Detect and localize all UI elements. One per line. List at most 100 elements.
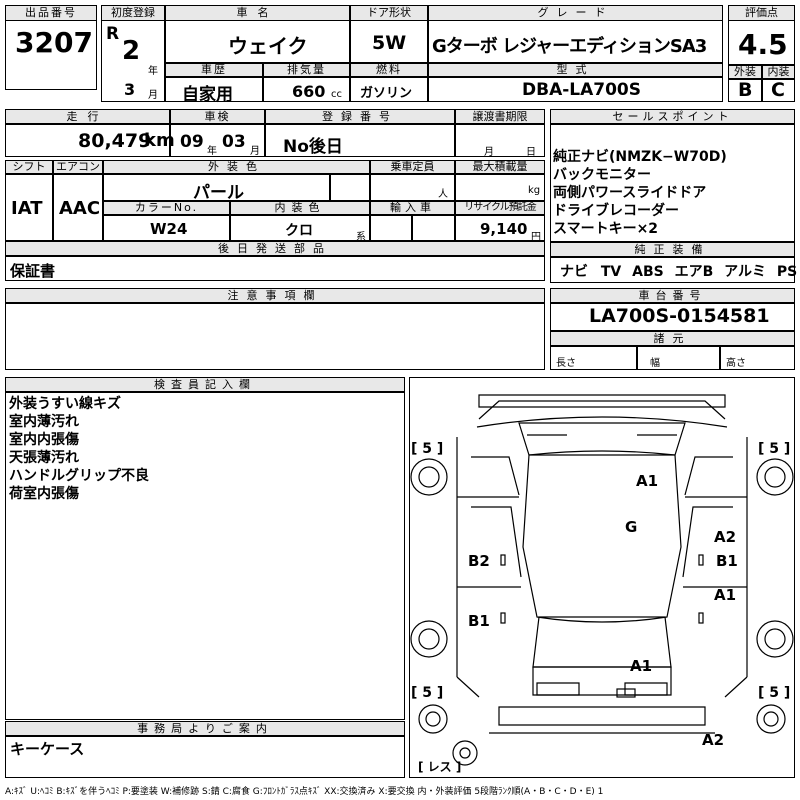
inspector-line: 外装うすい線キズ — [9, 396, 121, 412]
first-reg-year: 2 — [122, 36, 141, 66]
load-unit: kg — [528, 185, 541, 196]
inspector-line: 室内内張傷 — [9, 432, 79, 448]
displacement-value: 660 — [292, 82, 326, 101]
tread-rear-left: [ 5 ] — [411, 685, 444, 701]
equipment-item: アルミ — [724, 264, 767, 280]
capacity-unit: 人 — [438, 189, 448, 200]
office-text: キーケース — [10, 740, 85, 758]
inspection-month-unit: 月 — [250, 146, 260, 157]
lot-number: 3207 — [15, 26, 93, 59]
height-label: 高さ — [726, 358, 746, 369]
import-box-b — [412, 215, 455, 241]
shift-value: IAT — [11, 198, 43, 219]
tread-front-right: [ 5 ] — [758, 441, 791, 457]
inspection-year: 09 — [180, 132, 204, 152]
later-parts-item: 保証書 — [10, 262, 56, 280]
mileage-label: 走行 — [5, 109, 170, 124]
inspector-line: 室内薄汚れ — [9, 414, 79, 430]
ac-value: AAC — [59, 198, 101, 219]
tread-rear-right: [ 5 ] — [758, 685, 791, 701]
chassis-value: LA700S-0154581 — [589, 305, 770, 327]
int-grade-label: 内装 — [762, 65, 795, 79]
reg-value: No後日 — [283, 137, 343, 157]
lot-label: 出品番号 — [5, 5, 97, 21]
inspection-month: 03 — [222, 132, 246, 152]
equipment-label: 純正装備 — [550, 242, 795, 257]
sales-label: セールスポイント — [550, 109, 795, 124]
car-diagram — [410, 394, 794, 766]
equipment-list: ナビ TV ABS エアB アルミ PS PW — [560, 261, 800, 281]
grade-label: グレード — [428, 5, 723, 21]
sales-line: バックモニター — [553, 167, 651, 183]
inspector-line: ハンドルグリップ不良 — [9, 468, 149, 484]
footer-legend: A:ｷｽﾞ U:ﾍｺﾐ B:ｷｽﾞを伴うﾍｺﾐ P:要塗装 W:補修跡 S:錆 … — [5, 787, 604, 797]
spare-tire-label: [ レス ] — [418, 760, 462, 774]
history-value: 自家用 — [182, 85, 233, 105]
first-reg-year-unit: 年 — [148, 66, 158, 77]
dims-label: 諸元 — [550, 331, 795, 346]
grade-name: Gターボ レジャーエディションSA3 — [432, 36, 707, 57]
sales-line: 純正ナビ(NMZK−W70D) — [553, 149, 727, 165]
inspector-label: 検査員記入欄 — [5, 377, 405, 392]
mileage-value: 80,479 — [78, 130, 152, 152]
ext-color-label: 外装色 — [103, 160, 370, 174]
score-label: 評価点 — [728, 5, 795, 21]
sales-line: 両側パワースライドドア — [553, 185, 707, 201]
width-label: 幅 — [650, 358, 660, 369]
int-color-label: 内装色 — [230, 201, 370, 215]
notes-label: 注意事項欄 — [5, 288, 545, 303]
damage-left-rear-door: B1 — [468, 612, 490, 630]
damage-roof: A1 — [636, 472, 659, 490]
transfer-day-unit: 日 — [526, 147, 536, 158]
damage-right-front-door: A2 — [714, 528, 737, 546]
later-parts-box — [5, 256, 545, 281]
first-reg-month-unit: 月 — [148, 90, 158, 101]
sales-line: ドライブレコーダー — [553, 203, 679, 219]
displacement-unit: cc — [331, 89, 342, 100]
equipment-item: PS — [776, 264, 798, 280]
door-type: 5W — [372, 32, 407, 54]
inspector-line: 天張薄汚れ — [9, 450, 79, 466]
damage-right-rear-door: A1 — [714, 586, 737, 604]
recycle-value: 9,140 — [480, 220, 528, 238]
damage-glass: G — [625, 518, 638, 536]
shift-label: シフト — [5, 160, 53, 174]
transfer-month-unit: 月 — [484, 147, 494, 158]
fuel-label: 燃料 — [350, 63, 428, 77]
ext-grade-value: B — [738, 79, 753, 101]
equipment-item: ナビ — [560, 264, 588, 280]
displacement-label: 排気量 — [263, 63, 350, 77]
inspector-lines: 外装うすい線キズ 室内薄汚れ 室内内張傷 天張薄汚れ ハンドルグリップ不良 荷室… — [9, 395, 149, 503]
capacity-label: 乗車定員 — [370, 160, 455, 174]
color-no-value: W24 — [150, 220, 188, 238]
ext-color-extra — [330, 174, 370, 201]
first-reg-month: 3 — [124, 80, 136, 99]
fuel-value: ガソリン — [360, 86, 413, 101]
damage-back-door: A1 — [630, 657, 653, 675]
damage-right-front-door-2: B1 — [716, 552, 738, 570]
inspection-year-unit: 年 — [207, 146, 217, 157]
length-label: 長さ — [556, 358, 576, 369]
ac-label: エアコン — [53, 160, 103, 174]
first-reg-label: 初度登録 — [101, 5, 165, 21]
ext-color-value: パール — [193, 183, 244, 203]
sales-line: スマートキー×2 — [553, 221, 659, 237]
int-color-value: クロ — [285, 223, 313, 239]
notes-box — [5, 303, 545, 370]
inspector-line: 荷室内張傷 — [9, 486, 79, 502]
import-box-a — [370, 215, 412, 241]
inspection-label: 車検 — [170, 109, 265, 124]
type-label: 型式 — [428, 63, 723, 77]
ext-grade-label: 外装 — [728, 65, 762, 79]
chassis-label: 車台番号 — [550, 288, 795, 303]
import-label: 輸入車 — [370, 201, 455, 215]
model-name: ウェイク — [228, 34, 308, 58]
era-letter: R — [106, 24, 120, 44]
reg-label: 登録番号 — [265, 109, 455, 124]
sales-lines: 純正ナビ(NMZK−W70D) バックモニター 両側パワースライドドア ドライブ… — [553, 148, 727, 238]
transfer-label: 譲渡書期限 — [455, 109, 545, 124]
equipment-item: TV — [600, 264, 622, 280]
model-label: 車名 — [165, 5, 350, 21]
type-value: DBA-LA700S — [522, 80, 641, 100]
damage-left-front-door: B2 — [468, 552, 490, 570]
